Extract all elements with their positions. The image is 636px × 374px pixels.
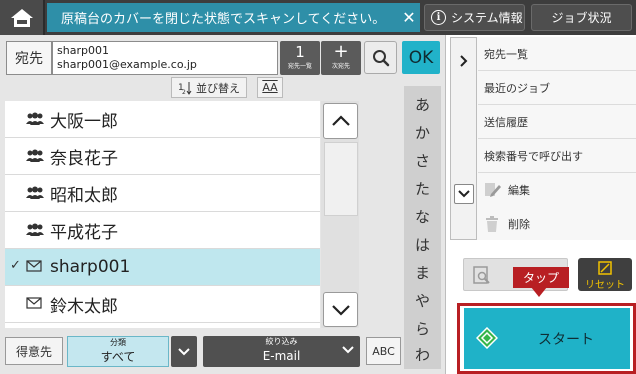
destination-name: sharp001 (57, 44, 109, 57)
close-icon[interactable]: ✕ (398, 3, 420, 32)
group-icon (26, 186, 44, 199)
category-select[interactable]: 分類 すべて (67, 336, 169, 367)
chevron-down-icon (458, 190, 470, 198)
list-item-label: sharp001 (50, 257, 131, 277)
scroll-down-button[interactable] (323, 292, 358, 327)
text-size-label: AA (262, 81, 278, 94)
list-item-label: 平成花子 (50, 222, 118, 243)
list-item[interactable]: 昭和太郎 (5, 175, 320, 212)
kana-index-item[interactable]: ま (404, 262, 441, 283)
sort-icon: 1 2 (178, 81, 192, 95)
system-info-button[interactable]: i システム情報 (424, 4, 525, 31)
kana-index-item[interactable]: や (404, 290, 441, 311)
chevron-down-icon (342, 346, 354, 354)
chevron-right-icon (460, 55, 468, 67)
abc-index-button[interactable]: ABC (366, 337, 401, 365)
destination-label[interactable]: 宛先 (6, 41, 52, 75)
list-item-label: 鈴木太郎 (50, 296, 118, 317)
category-value: すべて (100, 350, 136, 364)
list-item-label: 昭和太郎 (50, 185, 118, 206)
next-destination-button[interactable]: + 次宛先 (321, 41, 361, 75)
tap-callout-pointer (531, 287, 547, 297)
destination-field[interactable]: sharp001 sharp001@example.co.jp (52, 41, 278, 75)
system-info-label: システム情報 (451, 11, 523, 25)
destination-list-button[interactable]: 1 宛先一覧 (280, 41, 320, 75)
kana-index-item[interactable]: な (404, 206, 441, 227)
side-item-send-history[interactable]: 送信履歴 (482, 105, 632, 138)
tap-callout: タップ (513, 267, 569, 288)
kana-index-item[interactable]: ら (404, 318, 441, 339)
category-dropdown-button[interactable] (171, 336, 197, 367)
sort-button[interactable]: 1 2 並び替え (171, 77, 247, 98)
side-item-delete-label: 削除 (508, 217, 530, 231)
kana-index-item[interactable]: わ (404, 344, 441, 365)
kana-index-item[interactable]: あ (404, 94, 441, 115)
next-destination-caption: 次宛先 (331, 63, 350, 70)
sort-label: 並び替え (196, 81, 240, 95)
list-item[interactable]: 奈良花子 (5, 138, 320, 175)
search-icon (372, 49, 389, 66)
check-icon: ✓ (10, 258, 21, 273)
text-size-button[interactable]: AA (257, 77, 283, 98)
list-item-label: 奈良花子 (50, 148, 118, 169)
destination-email: sharp001@example.co.jp (57, 58, 197, 71)
home-icon (10, 8, 33, 27)
group-icon (26, 149, 44, 162)
category-caption: 分類 (110, 338, 126, 347)
info-icon: i (431, 10, 446, 25)
home-button[interactable] (0, 0, 45, 35)
list-item-label: 大阪一郎 (50, 111, 118, 132)
start-label: スタート (538, 332, 594, 348)
frequent-use-button[interactable]: 得意先 (5, 337, 63, 365)
svg-text:2: 2 (182, 89, 186, 95)
mail-icon (26, 297, 42, 309)
side-item-address-list[interactable]: 宛先一覧 (482, 37, 632, 70)
side-item-edit-label: 編集 (508, 183, 530, 197)
kana-index-item[interactable]: か (404, 122, 441, 143)
side-expand-button[interactable] (454, 184, 474, 204)
list-item-selected[interactable]: ✓ sharp001 (5, 249, 320, 286)
edit-icon (485, 182, 501, 197)
search-button[interactable] (364, 41, 397, 74)
mail-icon (26, 260, 42, 272)
kana-index-item[interactable]: た (404, 178, 441, 199)
kana-index-item[interactable]: は (404, 234, 441, 255)
side-item-recent-jobs[interactable]: 最近のジョブ (482, 71, 632, 104)
scroll-up-button[interactable] (323, 103, 358, 139)
destination-list-caption: 宛先一覧 (287, 63, 312, 70)
side-item-search-number[interactable]: 検索番号で呼び出す (482, 139, 632, 172)
trash-icon (486, 215, 498, 232)
side-panel-tab[interactable] (450, 37, 477, 240)
filter-select[interactable]: 絞り込み E-mail (203, 336, 360, 367)
chevron-down-icon (331, 304, 350, 316)
filter-caption: 絞り込み (265, 337, 298, 346)
status-message: 原稿台のカバーを閉じた状態でスキャンしてください。 (47, 3, 420, 32)
reset-button[interactable]: リセット (578, 258, 632, 291)
scrollbar-thumb[interactable] (324, 142, 358, 216)
side-item-edit[interactable]: 編集 (482, 173, 632, 206)
list-item[interactable]: 鈴木太郎 (5, 286, 320, 323)
ok-button[interactable]: OK (402, 41, 440, 74)
job-status-button[interactable]: ジョブ状況 (531, 4, 632, 31)
group-icon (26, 223, 44, 236)
list-item[interactable]: 平成花子 (5, 212, 320, 249)
reset-label: リセット (585, 280, 625, 291)
plus-icon: + (333, 41, 349, 62)
side-item-delete[interactable]: 削除 (482, 207, 632, 240)
chevron-up-icon (331, 115, 350, 126)
destination-count: 1 (295, 43, 305, 61)
chevron-down-icon (178, 347, 190, 355)
start-button[interactable]: スタート (464, 308, 630, 369)
kana-index[interactable]: あ か さ た な は ま や ら わ (404, 86, 441, 369)
start-icon (476, 327, 498, 349)
list-item[interactable]: 大阪一郎 (5, 101, 320, 138)
kana-index-item[interactable]: さ (404, 150, 441, 171)
group-icon (26, 112, 44, 125)
address-list: 大阪一郎 奈良花子 昭和太郎 平成花子 ✓ sharp001 鈴木太郎 (5, 101, 320, 328)
preview-icon (473, 265, 490, 284)
reset-icon (598, 261, 612, 275)
filter-value: E-mail (262, 349, 301, 363)
